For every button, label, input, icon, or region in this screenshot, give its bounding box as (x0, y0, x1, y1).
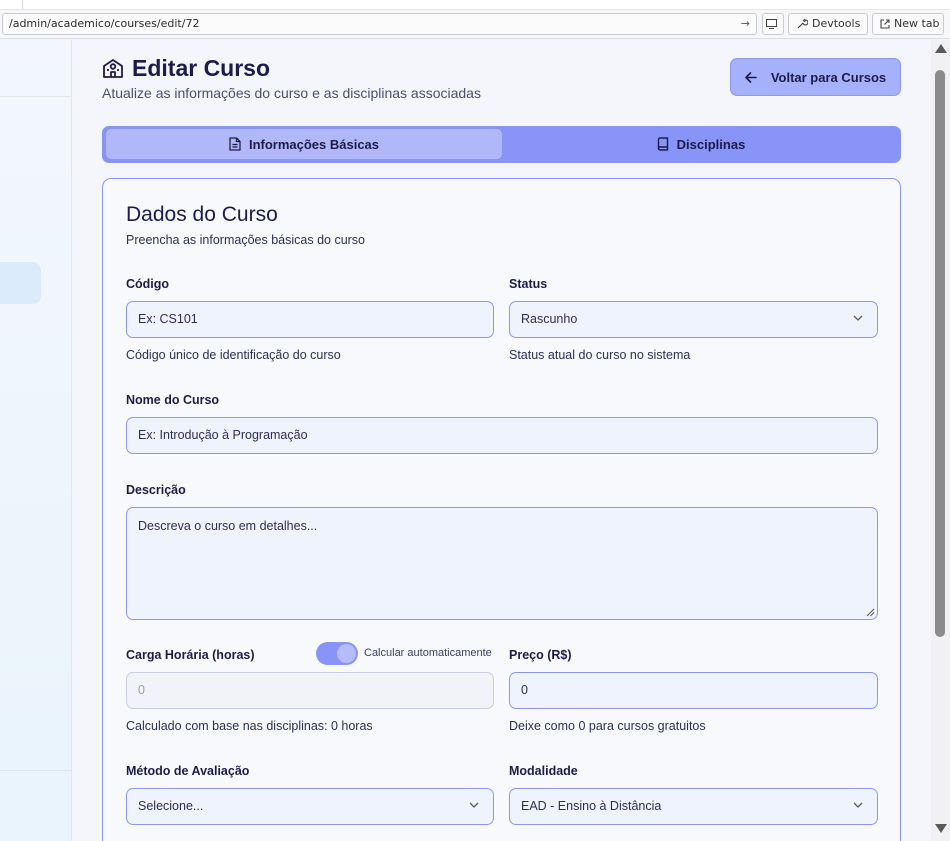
sidebar (0, 40, 72, 841)
tab-disciplines-label: Disciplinas (676, 136, 746, 152)
modalidade-label: Modalidade (509, 764, 578, 778)
tab-disciplines[interactable]: Disciplinas (506, 129, 896, 159)
modalidade-select[interactable]: EAD - Ensino à Distância (509, 788, 878, 825)
codigo-label: Código (126, 277, 170, 291)
preco-help: Deixe como 0 para cursos gratuitos (509, 719, 706, 733)
back-button-label: Voltar para Cursos (770, 69, 887, 85)
document-icon (229, 137, 241, 151)
scroll-up-icon[interactable] (935, 44, 947, 53)
tab-basic-info[interactable]: Informações Básicas (106, 129, 502, 159)
new-tab-button[interactable]: New tab (872, 13, 944, 35)
tab-bar: Informações Básicas Disciplinas (102, 126, 901, 163)
status-value: Rascunho (521, 312, 578, 326)
metodo-label: Método de Avaliação (126, 764, 250, 778)
carga-label: Carga Horária (horas) (126, 648, 255, 662)
carga-value: 0 (138, 683, 145, 697)
metodo-select[interactable]: Selecione... (126, 788, 494, 825)
scrollbar[interactable] (931, 40, 950, 841)
nome-input[interactable]: Ex: Introdução à Programação (126, 417, 878, 454)
sidebar-divider (0, 770, 71, 771)
codigo-placeholder: Ex: CS101 (138, 312, 198, 326)
codigo-input[interactable]: Ex: CS101 (126, 301, 494, 338)
arrow-right-icon[interactable]: → (741, 14, 750, 34)
page-subtitle: Atualize as informações do curso e as di… (102, 85, 481, 101)
preco-label: Preço (R$) (509, 648, 572, 662)
chevron-down-icon (853, 802, 863, 808)
status-help: Status atual do curso no sistema (509, 348, 691, 362)
nome-placeholder: Ex: Introdução à Programação (138, 428, 308, 442)
browser-tab-strip (0, 0, 950, 10)
scrollbar-thumb[interactable] (935, 70, 945, 637)
main-content: Editar Curso Atualize as informações do … (72, 40, 931, 841)
carga-help: Calculado com base nas disciplinas: 0 ho… (126, 719, 373, 733)
url-text: /admin/academico/courses/edit/72 (9, 17, 200, 30)
page-header: Editar Curso (102, 54, 270, 82)
status-label: Status (509, 277, 548, 291)
tab-separator (22, 0, 23, 9)
form-subtitle: Preencha as informações básicas do curso (126, 233, 366, 247)
address-bar: /admin/academico/courses/edit/72 → Devto… (0, 10, 950, 39)
new-tab-label: New tab (894, 17, 940, 30)
back-to-courses-button[interactable]: Voltar para Cursos (730, 58, 901, 96)
nome-label: Nome do Curso (126, 393, 220, 407)
chevron-down-icon (853, 315, 863, 321)
modalidade-value: EAD - Ensino à Distância (521, 799, 662, 813)
status-select[interactable]: Rascunho (509, 301, 878, 338)
devtools-label: Devtools (812, 17, 861, 30)
sidebar-active-item[interactable] (0, 262, 41, 304)
book-icon (657, 137, 668, 151)
devtools-button[interactable]: Devtools (788, 13, 868, 35)
auto-calc-label: Calcular automaticamente (364, 647, 492, 659)
toggle-knob (337, 644, 356, 663)
descricao-textarea[interactable]: Descreva o curso em detalhes... (126, 507, 878, 620)
page-title: Editar Curso (132, 54, 271, 81)
preco-input[interactable]: 0 (509, 672, 878, 709)
sidebar-divider (0, 96, 71, 97)
descricao-label: Descrição (126, 483, 186, 497)
resize-grip-icon[interactable] (866, 608, 875, 617)
carga-input: 0 (126, 672, 494, 709)
codigo-help: Código único de identificação do curso (126, 348, 341, 362)
form-title: Dados do Curso (126, 203, 278, 226)
preco-value: 0 (521, 683, 528, 697)
chevron-down-icon (469, 802, 479, 808)
tab-basic-info-label: Informações Básicas (248, 136, 380, 152)
course-form-card: Dados do Curso Preencha as informações b… (102, 178, 901, 841)
screen-icon[interactable] (762, 13, 784, 35)
arrow-left-icon (745, 71, 757, 83)
descricao-placeholder: Descreva o curso em detalhes... (138, 519, 318, 533)
school-icon (103, 59, 123, 78)
scroll-down-icon[interactable] (935, 824, 947, 833)
wrench-icon (797, 18, 809, 29)
metodo-value: Selecione... (138, 799, 204, 813)
external-link-icon (880, 19, 890, 29)
auto-calc-toggle[interactable] (316, 642, 358, 665)
url-field[interactable]: /admin/academico/courses/edit/72 → (2, 13, 757, 35)
